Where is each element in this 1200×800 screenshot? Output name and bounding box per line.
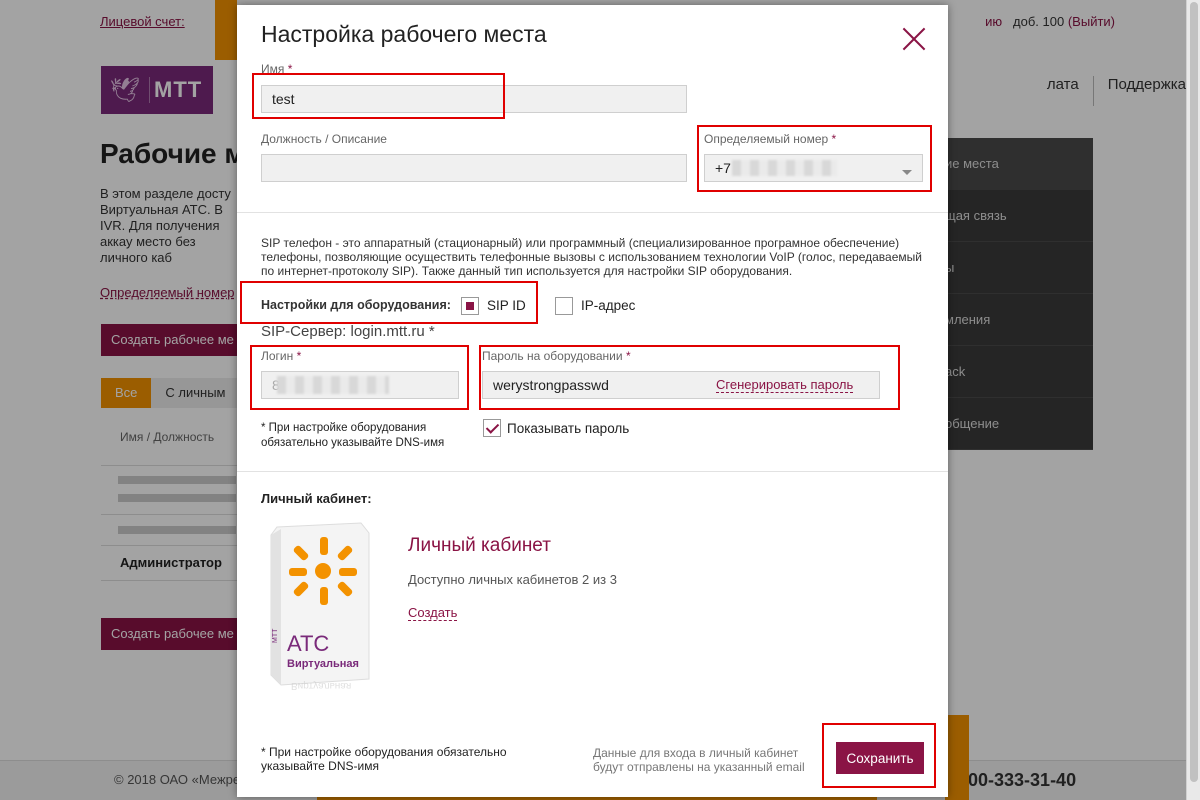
ip-address-label[interactable]: IP-адрес	[581, 298, 635, 313]
save-button[interactable]: Сохранить	[836, 742, 924, 774]
footer-email-info: Данные для входа в личный кабинет будут …	[593, 746, 805, 774]
number-label: Определяемый номер *	[704, 132, 837, 146]
pbx-box-svg: АТС Виртуальная МТТ Виртуальная	[270, 522, 370, 691]
footer-dns-note: * При настройке оборудования обязательно…	[261, 745, 507, 773]
ip-address-option[interactable]	[555, 297, 573, 315]
close-icon[interactable]	[901, 26, 927, 52]
sun-logo-icon	[289, 537, 357, 605]
box-text-main: АТС	[287, 631, 329, 656]
scrollbar-thumb[interactable]	[1190, 2, 1198, 782]
sip-description: SIP телефон - это аппаратный (стационарн…	[261, 236, 922, 278]
position-label: Должность / Описание	[261, 132, 387, 146]
show-password-checkbox[interactable]	[483, 419, 501, 437]
login-label: Логин *	[261, 349, 302, 363]
box-text-sub: Виртуальная	[287, 658, 359, 670]
workplace-settings-dialog: Настройка рабочего места Имя * test Долж…	[237, 5, 948, 797]
password-label: Пароль на оборудовании *	[482, 349, 631, 363]
cabinets-available: Доступно личных кабинетов 2 из 3	[408, 572, 617, 587]
box-reflection: Виртуальная	[291, 680, 351, 691]
dialog-title: Настройка рабочего места	[261, 21, 547, 47]
personal-cabinet-section-title: Личный кабинет:	[261, 491, 372, 506]
dns-note: * При настройке оборудования обязательно…	[261, 422, 445, 449]
personal-cabinet-name: Личный кабинет	[408, 535, 551, 556]
sip-id-label[interactable]: SIP ID	[487, 298, 526, 313]
box-brand: МТТ	[272, 628, 279, 643]
section-divider	[237, 471, 948, 472]
position-field[interactable]	[261, 154, 687, 182]
section-divider	[237, 212, 948, 213]
sip-id-option[interactable]	[461, 297, 479, 315]
hw-settings-label: Настройки для оборудования:	[261, 298, 451, 312]
redacted-number	[732, 160, 837, 176]
page-scrollbar[interactable]	[1186, 0, 1200, 800]
sip-server: SIP-Сервер: login.mtt.ru *	[261, 323, 435, 340]
show-password-label[interactable]: Показывать пароль	[507, 421, 629, 436]
chevron-down-icon	[902, 170, 912, 175]
number-prefix: +7	[715, 160, 731, 176]
name-label: Имя *	[261, 62, 293, 76]
virtual-pbx-box-image: АТС Виртуальная МТТ Виртуальная	[263, 519, 375, 701]
create-cabinet-link[interactable]: Создать	[408, 605, 458, 621]
name-field[interactable]: test	[261, 85, 687, 113]
redacted-login	[277, 376, 389, 394]
generate-password-link[interactable]: Сгенерировать пароль	[716, 377, 854, 393]
